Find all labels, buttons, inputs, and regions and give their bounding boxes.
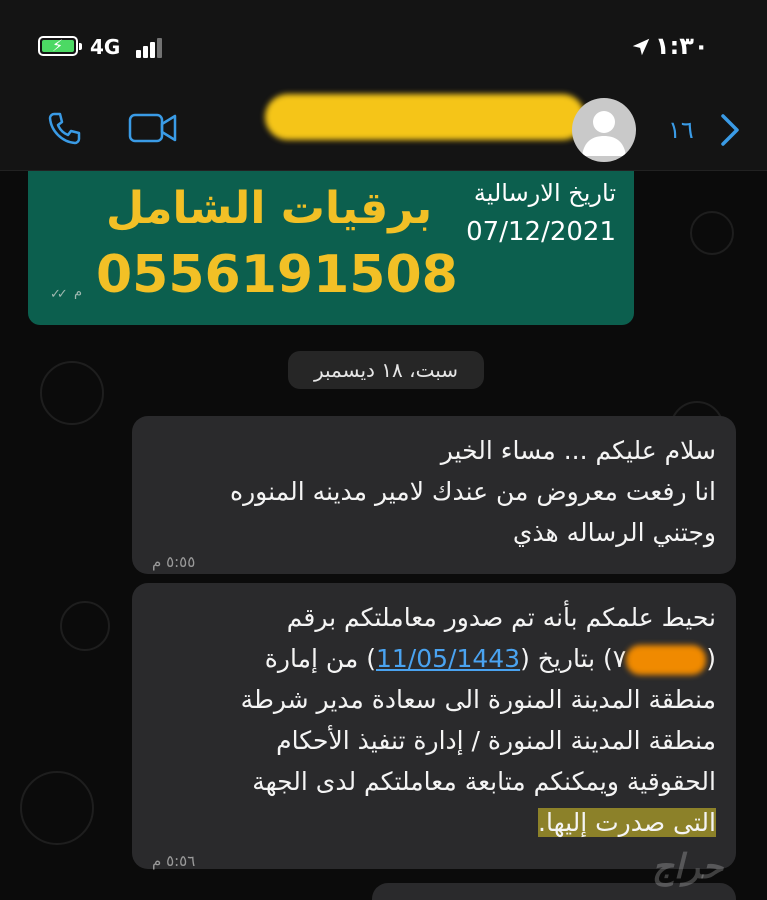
- chevron-right-icon[interactable]: [718, 112, 742, 148]
- chat-area[interactable]: تاريخ الارسالية 07/12/2021 برقيات الشامل…: [0, 171, 767, 900]
- message-line: (٧) بتاريخ (11/05/1443) من إمارة: [152, 638, 716, 679]
- message-line: سلام عليكم ... مساء الخير: [440, 436, 716, 465]
- status-bar: ⚡ 4G ١:٣٠: [0, 0, 767, 90]
- message-time: ٥:٥٥ م: [152, 553, 196, 571]
- wallpaper-doodle: [40, 361, 104, 425]
- signal-icon: [136, 38, 166, 58]
- location-arrow-icon: [632, 38, 650, 56]
- redacted-number: [626, 645, 707, 675]
- chat-header: ١٦: [0, 90, 767, 171]
- date-suffix: ) من إمارة: [264, 644, 376, 673]
- battery-icon: ⚡: [38, 36, 82, 56]
- ad-date: 07/12/2021: [466, 217, 616, 247]
- ad-phone: 0556191508: [96, 245, 458, 305]
- video-camera-icon[interactable]: [128, 110, 178, 146]
- ad-time: م: [74, 285, 83, 300]
- message-line: نحيط علمكم بأنه تم صدور معاملتكم برقم: [286, 603, 716, 632]
- ad-label: تاريخ الارسالية: [473, 179, 616, 207]
- ad-message-bubble[interactable]: تاريخ الارسالية 07/12/2021 برقيات الشامل…: [28, 171, 634, 325]
- avatar[interactable]: [572, 98, 636, 162]
- contact-name-redacted[interactable]: [265, 94, 585, 140]
- wallpaper-doodle: [60, 601, 110, 651]
- message-line: وجتني الرساله هذي: [512, 518, 716, 547]
- status-time: ١:٣٠: [655, 32, 709, 60]
- message-line: الحقوقية ويمكنكم متابعة معاملتكم لدى الج…: [252, 767, 716, 796]
- date-link[interactable]: 11/05/1443: [376, 644, 520, 673]
- message-line: منطقة المدينة المنورة الى سعادة مدير شرط…: [240, 685, 716, 714]
- message-line: التى صدرت إليها.: [152, 802, 716, 843]
- message-line: منطقة المدينة المنورة / إدارة تنفيذ الأح…: [276, 726, 716, 755]
- number-fragment: ٧: [612, 644, 627, 673]
- date-separator: سبت، ١٨ ديسمبر: [288, 351, 484, 389]
- date-prefix: ) بتاريخ (: [520, 644, 613, 673]
- wallpaper-doodle: [690, 211, 734, 255]
- message-line: انا رفعت معروض من عندك لامير مدينه المنو…: [230, 477, 716, 506]
- back-unread-count[interactable]: ١٦: [668, 116, 694, 144]
- incoming-message[interactable]: سلام عليكم ... مساء الخير انا رفعت معروض…: [132, 416, 736, 574]
- watermark-logo: حراج: [652, 847, 724, 887]
- ad-brand: برقيات الشامل: [106, 183, 433, 234]
- phone-icon[interactable]: [44, 108, 84, 148]
- wallpaper-doodle: [20, 771, 94, 845]
- message-time: ٥:٥٦ م: [152, 852, 196, 870]
- avatar-icon: [582, 111, 626, 156]
- read-ticks-icon: ✓✓: [50, 287, 68, 302]
- network-type: 4G: [90, 35, 121, 59]
- incoming-message[interactable]: نحيط علمكم بأنه تم صدور معاملتكم برقم (٧…: [132, 583, 736, 870]
- highlighted-text: التى صدرت إليها.: [538, 808, 716, 837]
- paren-open: (: [706, 644, 716, 673]
